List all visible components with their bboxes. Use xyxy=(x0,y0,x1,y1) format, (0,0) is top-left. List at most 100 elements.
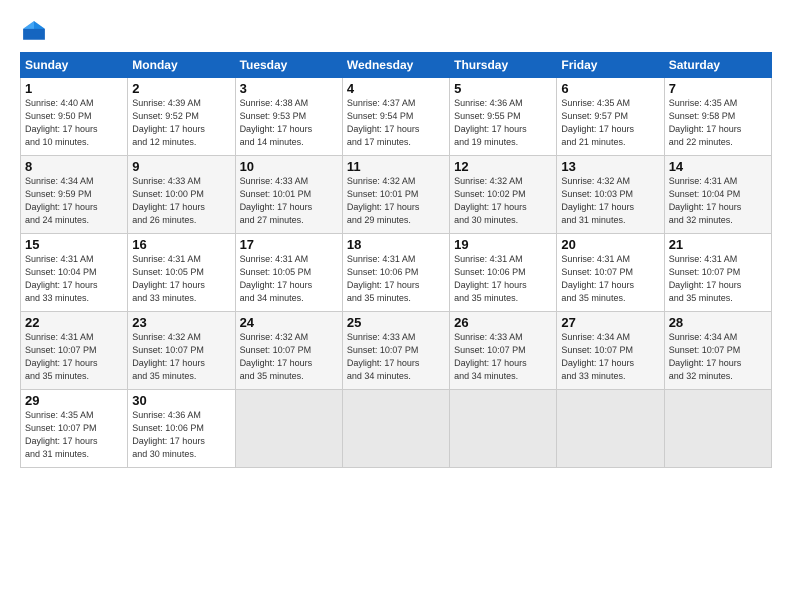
day-cell: 26Sunrise: 4:33 AM Sunset: 10:07 PM Dayl… xyxy=(450,312,557,390)
page: SundayMondayTuesdayWednesdayThursdayFrid… xyxy=(0,0,792,612)
day-info: Sunrise: 4:39 AM Sunset: 9:52 PM Dayligh… xyxy=(132,97,230,149)
day-number: 1 xyxy=(25,81,123,96)
day-number: 2 xyxy=(132,81,230,96)
day-cell: 8Sunrise: 4:34 AM Sunset: 9:59 PM Daylig… xyxy=(21,156,128,234)
calendar-table: SundayMondayTuesdayWednesdayThursdayFrid… xyxy=(20,52,772,468)
day-info: Sunrise: 4:32 AM Sunset: 10:07 PM Daylig… xyxy=(132,331,230,383)
day-info: Sunrise: 4:31 AM Sunset: 10:04 PM Daylig… xyxy=(25,253,123,305)
header-cell-friday: Friday xyxy=(557,53,664,78)
day-cell: 25Sunrise: 4:33 AM Sunset: 10:07 PM Dayl… xyxy=(342,312,449,390)
day-cell xyxy=(342,390,449,468)
day-cell: 7Sunrise: 4:35 AM Sunset: 9:58 PM Daylig… xyxy=(664,78,771,156)
day-number: 30 xyxy=(132,393,230,408)
day-number: 6 xyxy=(561,81,659,96)
day-number: 29 xyxy=(25,393,123,408)
day-cell: 14Sunrise: 4:31 AM Sunset: 10:04 PM Dayl… xyxy=(664,156,771,234)
day-cell: 22Sunrise: 4:31 AM Sunset: 10:07 PM Dayl… xyxy=(21,312,128,390)
logo xyxy=(20,18,52,46)
day-info: Sunrise: 4:36 AM Sunset: 10:06 PM Daylig… xyxy=(132,409,230,461)
day-info: Sunrise: 4:31 AM Sunset: 10:07 PM Daylig… xyxy=(25,331,123,383)
day-number: 18 xyxy=(347,237,445,252)
day-info: Sunrise: 4:33 AM Sunset: 10:07 PM Daylig… xyxy=(347,331,445,383)
header-row: SundayMondayTuesdayWednesdayThursdayFrid… xyxy=(21,53,772,78)
day-number: 13 xyxy=(561,159,659,174)
week-row-5: 29Sunrise: 4:35 AM Sunset: 10:07 PM Dayl… xyxy=(21,390,772,468)
day-info: Sunrise: 4:35 AM Sunset: 9:57 PM Dayligh… xyxy=(561,97,659,149)
header-cell-thursday: Thursday xyxy=(450,53,557,78)
day-number: 8 xyxy=(25,159,123,174)
day-number: 28 xyxy=(669,315,767,330)
day-number: 25 xyxy=(347,315,445,330)
day-cell: 21Sunrise: 4:31 AM Sunset: 10:07 PM Dayl… xyxy=(664,234,771,312)
header-cell-sunday: Sunday xyxy=(21,53,128,78)
calendar-header: SundayMondayTuesdayWednesdayThursdayFrid… xyxy=(21,53,772,78)
day-cell: 18Sunrise: 4:31 AM Sunset: 10:06 PM Dayl… xyxy=(342,234,449,312)
day-number: 5 xyxy=(454,81,552,96)
day-cell: 16Sunrise: 4:31 AM Sunset: 10:05 PM Dayl… xyxy=(128,234,235,312)
week-row-3: 15Sunrise: 4:31 AM Sunset: 10:04 PM Dayl… xyxy=(21,234,772,312)
day-number: 14 xyxy=(669,159,767,174)
day-number: 24 xyxy=(240,315,338,330)
day-info: Sunrise: 4:31 AM Sunset: 10:05 PM Daylig… xyxy=(132,253,230,305)
day-cell: 12Sunrise: 4:32 AM Sunset: 10:02 PM Dayl… xyxy=(450,156,557,234)
day-info: Sunrise: 4:33 AM Sunset: 10:00 PM Daylig… xyxy=(132,175,230,227)
header-cell-wednesday: Wednesday xyxy=(342,53,449,78)
day-cell: 10Sunrise: 4:33 AM Sunset: 10:01 PM Dayl… xyxy=(235,156,342,234)
day-info: Sunrise: 4:33 AM Sunset: 10:01 PM Daylig… xyxy=(240,175,338,227)
day-cell: 27Sunrise: 4:34 AM Sunset: 10:07 PM Dayl… xyxy=(557,312,664,390)
week-row-4: 22Sunrise: 4:31 AM Sunset: 10:07 PM Dayl… xyxy=(21,312,772,390)
header-cell-tuesday: Tuesday xyxy=(235,53,342,78)
day-number: 20 xyxy=(561,237,659,252)
day-info: Sunrise: 4:33 AM Sunset: 10:07 PM Daylig… xyxy=(454,331,552,383)
day-info: Sunrise: 4:32 AM Sunset: 10:01 PM Daylig… xyxy=(347,175,445,227)
day-cell: 30Sunrise: 4:36 AM Sunset: 10:06 PM Dayl… xyxy=(128,390,235,468)
day-cell: 9Sunrise: 4:33 AM Sunset: 10:00 PM Dayli… xyxy=(128,156,235,234)
day-number: 16 xyxy=(132,237,230,252)
day-info: Sunrise: 4:34 AM Sunset: 9:59 PM Dayligh… xyxy=(25,175,123,227)
day-cell xyxy=(664,390,771,468)
day-number: 4 xyxy=(347,81,445,96)
day-info: Sunrise: 4:31 AM Sunset: 10:04 PM Daylig… xyxy=(669,175,767,227)
day-info: Sunrise: 4:31 AM Sunset: 10:07 PM Daylig… xyxy=(669,253,767,305)
day-cell xyxy=(235,390,342,468)
day-cell: 17Sunrise: 4:31 AM Sunset: 10:05 PM Dayl… xyxy=(235,234,342,312)
day-info: Sunrise: 4:35 AM Sunset: 10:07 PM Daylig… xyxy=(25,409,123,461)
day-number: 7 xyxy=(669,81,767,96)
generalblue-logo-icon xyxy=(20,18,48,46)
day-number: 11 xyxy=(347,159,445,174)
day-cell: 4Sunrise: 4:37 AM Sunset: 9:54 PM Daylig… xyxy=(342,78,449,156)
day-info: Sunrise: 4:38 AM Sunset: 9:53 PM Dayligh… xyxy=(240,97,338,149)
day-cell: 24Sunrise: 4:32 AM Sunset: 10:07 PM Dayl… xyxy=(235,312,342,390)
day-info: Sunrise: 4:34 AM Sunset: 10:07 PM Daylig… xyxy=(669,331,767,383)
week-row-2: 8Sunrise: 4:34 AM Sunset: 9:59 PM Daylig… xyxy=(21,156,772,234)
day-info: Sunrise: 4:35 AM Sunset: 9:58 PM Dayligh… xyxy=(669,97,767,149)
day-cell: 29Sunrise: 4:35 AM Sunset: 10:07 PM Dayl… xyxy=(21,390,128,468)
day-cell: 1Sunrise: 4:40 AM Sunset: 9:50 PM Daylig… xyxy=(21,78,128,156)
day-info: Sunrise: 4:31 AM Sunset: 10:07 PM Daylig… xyxy=(561,253,659,305)
day-cell xyxy=(450,390,557,468)
day-cell: 19Sunrise: 4:31 AM Sunset: 10:06 PM Dayl… xyxy=(450,234,557,312)
day-info: Sunrise: 4:40 AM Sunset: 9:50 PM Dayligh… xyxy=(25,97,123,149)
day-number: 22 xyxy=(25,315,123,330)
day-cell: 3Sunrise: 4:38 AM Sunset: 9:53 PM Daylig… xyxy=(235,78,342,156)
day-cell: 28Sunrise: 4:34 AM Sunset: 10:07 PM Dayl… xyxy=(664,312,771,390)
day-info: Sunrise: 4:37 AM Sunset: 9:54 PM Dayligh… xyxy=(347,97,445,149)
day-number: 23 xyxy=(132,315,230,330)
day-number: 10 xyxy=(240,159,338,174)
day-info: Sunrise: 4:31 AM Sunset: 10:06 PM Daylig… xyxy=(347,253,445,305)
week-row-1: 1Sunrise: 4:40 AM Sunset: 9:50 PM Daylig… xyxy=(21,78,772,156)
day-number: 9 xyxy=(132,159,230,174)
day-cell: 6Sunrise: 4:35 AM Sunset: 9:57 PM Daylig… xyxy=(557,78,664,156)
day-cell xyxy=(557,390,664,468)
day-info: Sunrise: 4:34 AM Sunset: 10:07 PM Daylig… xyxy=(561,331,659,383)
day-cell: 11Sunrise: 4:32 AM Sunset: 10:01 PM Dayl… xyxy=(342,156,449,234)
day-info: Sunrise: 4:32 AM Sunset: 10:03 PM Daylig… xyxy=(561,175,659,227)
day-cell: 23Sunrise: 4:32 AM Sunset: 10:07 PM Dayl… xyxy=(128,312,235,390)
day-number: 26 xyxy=(454,315,552,330)
calendar-body: 1Sunrise: 4:40 AM Sunset: 9:50 PM Daylig… xyxy=(21,78,772,468)
day-number: 27 xyxy=(561,315,659,330)
day-info: Sunrise: 4:36 AM Sunset: 9:55 PM Dayligh… xyxy=(454,97,552,149)
day-cell: 13Sunrise: 4:32 AM Sunset: 10:03 PM Dayl… xyxy=(557,156,664,234)
day-number: 21 xyxy=(669,237,767,252)
day-number: 3 xyxy=(240,81,338,96)
